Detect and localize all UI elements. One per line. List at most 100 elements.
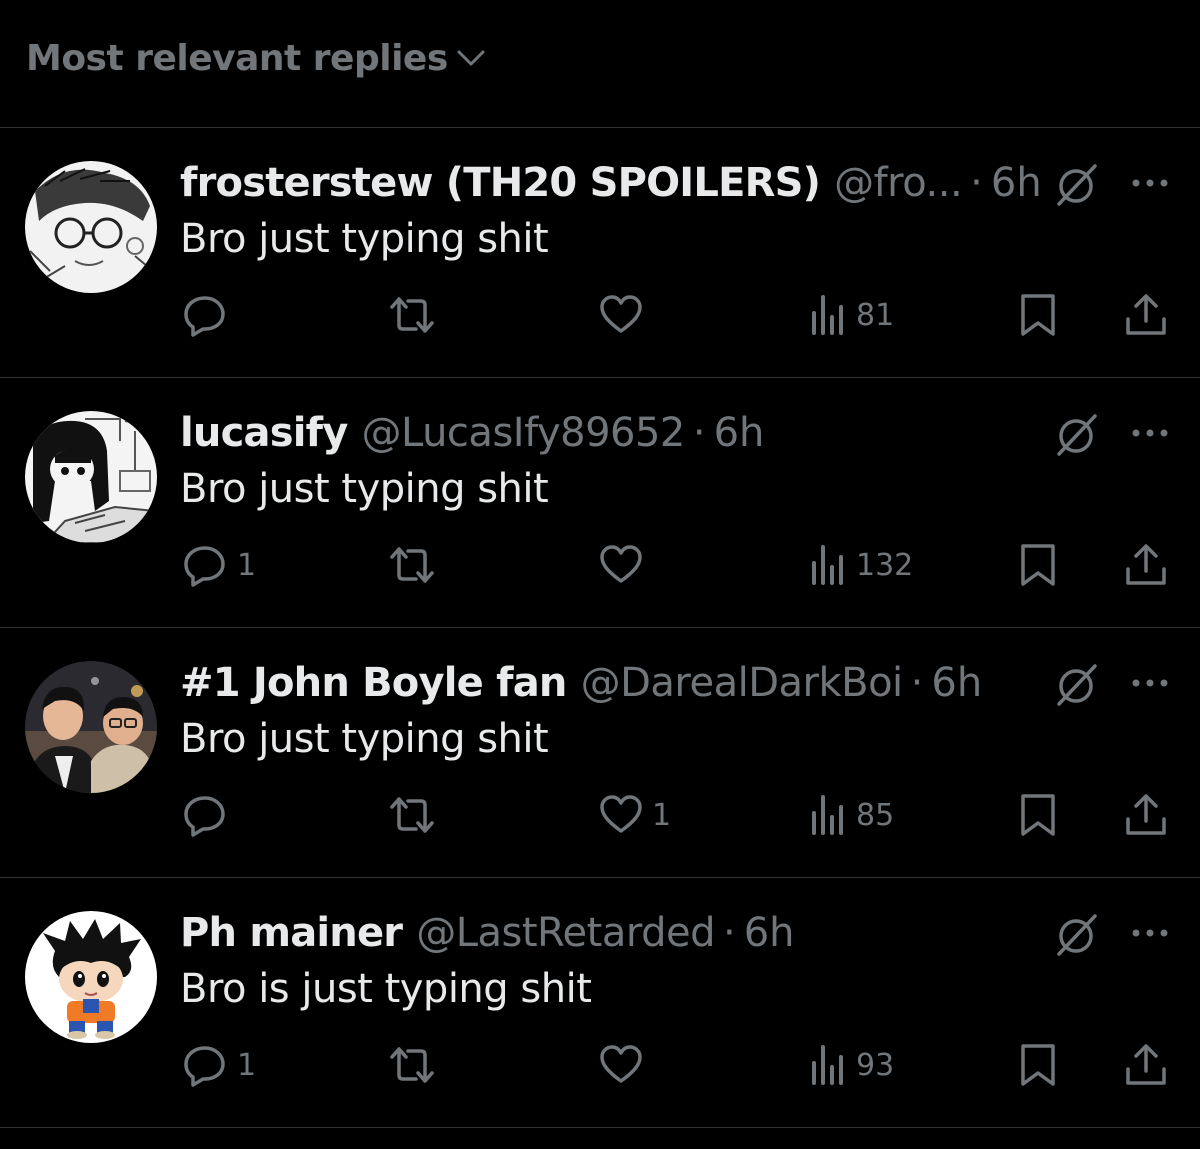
reply-button[interactable]: 1 [181, 540, 256, 590]
sort-label: Most relevant replies [26, 38, 448, 79]
share-button[interactable] [1122, 790, 1170, 840]
reply-text: Bro is just typing shit [180, 966, 592, 1012]
bookmark-button[interactable] [1015, 1040, 1061, 1090]
reply-item[interactable]: frosterstew (TH20 SPOILERS) @fro... · 6h… [0, 128, 1200, 378]
separator-dot: · [970, 160, 983, 206]
share-button[interactable] [1122, 290, 1170, 340]
reply-button[interactable] [181, 790, 237, 840]
repost-icon [386, 1041, 438, 1089]
chevron-down-icon [456, 48, 486, 72]
views-button[interactable]: 132 [808, 540, 913, 590]
share-icon [1122, 541, 1170, 589]
share-button[interactable] [1122, 1040, 1170, 1090]
like-button[interactable] [598, 290, 652, 340]
avatar[interactable] [25, 411, 157, 543]
more-options-icon[interactable] [1130, 918, 1170, 948]
grok-icon[interactable] [1053, 912, 1099, 958]
view-count: 93 [856, 1047, 895, 1083]
reply-icon [181, 791, 229, 839]
heart-icon [598, 1042, 644, 1088]
bookmark-icon [1015, 792, 1061, 838]
reply-item[interactable]: lucasify @LucasIfy89652 · 6h Bro just ty… [0, 378, 1200, 628]
sketch-character-avatar [25, 161, 157, 293]
reply-text: Bro just typing shit [180, 216, 549, 262]
reply-icon [181, 1041, 229, 1089]
repost-button[interactable] [386, 790, 438, 840]
separator-dot: · [723, 910, 736, 956]
reply-header: frosterstew (TH20 SPOILERS) @fro... · 6h [180, 158, 1042, 208]
grok-icon[interactable] [1053, 662, 1099, 708]
reply-text: Bro just typing shit [180, 466, 549, 512]
timestamp[interactable]: 6h [744, 910, 795, 956]
analytics-icon [808, 543, 848, 587]
user-handle[interactable]: @LastRetarded [416, 910, 715, 956]
plush-toy-avatar [25, 911, 157, 1043]
bookmark-button[interactable] [1015, 790, 1061, 840]
photo-two-people-avatar [25, 661, 157, 793]
bookmark-icon [1015, 542, 1061, 588]
bookmark-icon [1015, 292, 1061, 338]
user-handle[interactable]: @fro... [834, 160, 963, 206]
reply-button[interactable] [181, 290, 237, 340]
display-name[interactable]: Ph mainer [180, 910, 403, 956]
avatar[interactable] [25, 661, 157, 793]
analytics-icon [808, 793, 848, 837]
repost-button[interactable] [386, 540, 438, 590]
reply-header: lucasify @LucasIfy89652 · 6h [180, 408, 764, 458]
avatar[interactable] [25, 161, 157, 293]
reply-item[interactable]: Ph mainer @LastRetarded · 6h Bro is just… [0, 878, 1200, 1128]
display-name[interactable]: frosterstew (TH20 SPOILERS) [180, 160, 821, 206]
grok-icon[interactable] [1053, 412, 1099, 458]
reply-icon [181, 291, 229, 339]
share-icon [1122, 291, 1170, 339]
analytics-icon [808, 293, 848, 337]
more-options-icon[interactable] [1130, 418, 1170, 448]
user-handle[interactable]: @DarealDarkBoi [581, 660, 904, 706]
separator-dot: · [692, 410, 706, 456]
reply-count: 1 [237, 1047, 257, 1083]
like-count: 1 [652, 797, 672, 833]
bookmark-button[interactable] [1015, 540, 1061, 590]
share-icon [1122, 1041, 1170, 1089]
repost-button[interactable] [386, 290, 438, 340]
bookmark-icon [1015, 1042, 1061, 1088]
reply-button[interactable]: 1 [181, 1040, 256, 1090]
repost-button[interactable] [386, 1040, 438, 1090]
reply-count: 1 [237, 547, 257, 583]
like-button[interactable] [598, 1040, 652, 1090]
reply-text: Bro just typing shit [180, 716, 549, 762]
more-options-icon[interactable] [1130, 168, 1170, 198]
display-name[interactable]: #1 John Boyle fan [180, 660, 567, 706]
avatar[interactable] [25, 911, 157, 1043]
reply-icon [181, 541, 229, 589]
views-button[interactable]: 81 [808, 290, 894, 340]
bookmark-button[interactable] [1015, 290, 1061, 340]
share-icon [1122, 791, 1170, 839]
share-button[interactable] [1122, 540, 1170, 590]
user-handle[interactable]: @LucasIfy89652 [362, 410, 686, 456]
view-count: 85 [856, 797, 895, 833]
like-button[interactable] [598, 540, 652, 590]
repost-icon [386, 791, 438, 839]
view-count: 81 [856, 297, 895, 333]
display-name[interactable]: lucasify [180, 410, 348, 456]
heart-icon [598, 292, 644, 338]
reply-header: Ph mainer @LastRetarded · 6h [180, 908, 795, 958]
timestamp[interactable]: 6h [931, 660, 982, 706]
sort-replies-dropdown[interactable]: Most relevant replies [0, 0, 1200, 128]
grok-icon[interactable] [1053, 162, 1099, 208]
heart-icon [598, 792, 644, 838]
views-button[interactable]: 93 [808, 1040, 894, 1090]
reply-item[interactable]: #1 John Boyle fan @DarealDarkBoi · 6h Br… [0, 628, 1200, 878]
reply-header: #1 John Boyle fan @DarealDarkBoi · 6h [180, 658, 982, 708]
repost-icon [386, 541, 438, 589]
views-button[interactable]: 85 [808, 790, 894, 840]
view-count: 132 [856, 547, 914, 583]
more-options-icon[interactable] [1130, 668, 1170, 698]
repost-icon [386, 291, 438, 339]
manga-girl-avatar [25, 411, 157, 543]
like-button[interactable]: 1 [598, 790, 671, 840]
timestamp[interactable]: 6h [991, 160, 1042, 206]
analytics-icon [808, 1043, 848, 1087]
timestamp[interactable]: 6h [714, 410, 765, 456]
